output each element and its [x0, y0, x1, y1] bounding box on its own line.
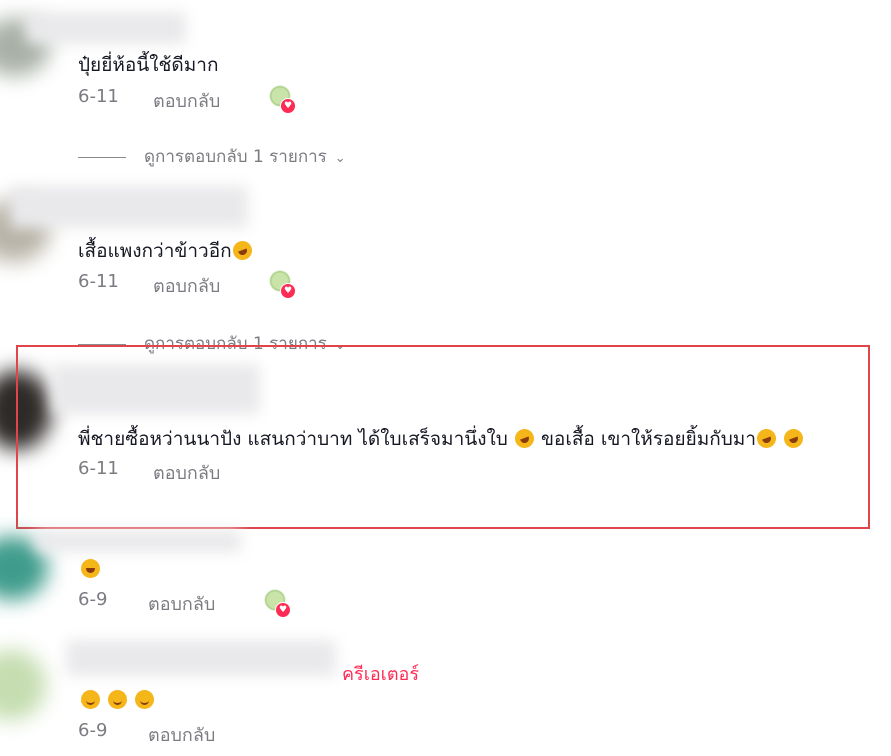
creator-tag: ครีเอเตอร์ — [342, 664, 419, 685]
comment-text: ปุ๋ยยี่ห้อนี้ใช้ดีมาก — [78, 54, 219, 76]
username-blurred[interactable] — [66, 640, 336, 676]
view-replies-button[interactable]: ดูการตอบกลับ 1 รายการ ⌄ — [78, 143, 346, 170]
highlight-box — [16, 345, 870, 529]
view-replies-label: ดูการตอบกลับ 1 รายการ — [144, 147, 327, 167]
comment-date: 6-11 — [78, 86, 119, 107]
creator-liked-badge: ♥ — [268, 86, 296, 114]
username-blurred[interactable] — [26, 12, 186, 44]
comment-date: 6-9 — [78, 720, 108, 741]
comment-date: 6-9 — [78, 589, 108, 610]
avatar[interactable] — [0, 650, 46, 720]
username-blurred[interactable] — [36, 530, 241, 552]
grinning-sweat-emoji — [81, 559, 100, 578]
comment-text-content: เสื้อแพงกว่าข้าวอีก — [78, 240, 232, 262]
reply-button[interactable]: ตอบกลับ — [148, 589, 215, 618]
heart-icon: ♥ — [280, 283, 296, 299]
divider-line — [78, 156, 126, 158]
comment-text — [80, 556, 101, 582]
reply-button[interactable]: ตอบกลับ — [153, 86, 220, 115]
chevron-down-icon: ⌄ — [334, 151, 346, 166]
reply-button[interactable]: ตอบกลับ — [148, 720, 215, 749]
comment-date: 6-11 — [78, 271, 119, 292]
smiling-blush-emoji — [108, 690, 128, 709]
reply-button[interactable]: ตอบกลับ — [153, 271, 220, 300]
heart-icon: ♥ — [280, 98, 296, 114]
heart-icon: ♥ — [275, 602, 291, 618]
creator-liked-badge: ♥ — [263, 590, 291, 618]
username-blurred[interactable] — [10, 186, 248, 228]
comment-text — [80, 687, 155, 713]
smiling-blush-emoji — [135, 690, 155, 709]
comment-text: เสื้อแพงกว่าข้าวอีก — [78, 238, 255, 264]
creator-liked-badge: ♥ — [268, 271, 296, 299]
rolling-on-floor-laughing-emoji — [229, 238, 255, 263]
smiling-blush-emoji — [81, 690, 100, 709]
